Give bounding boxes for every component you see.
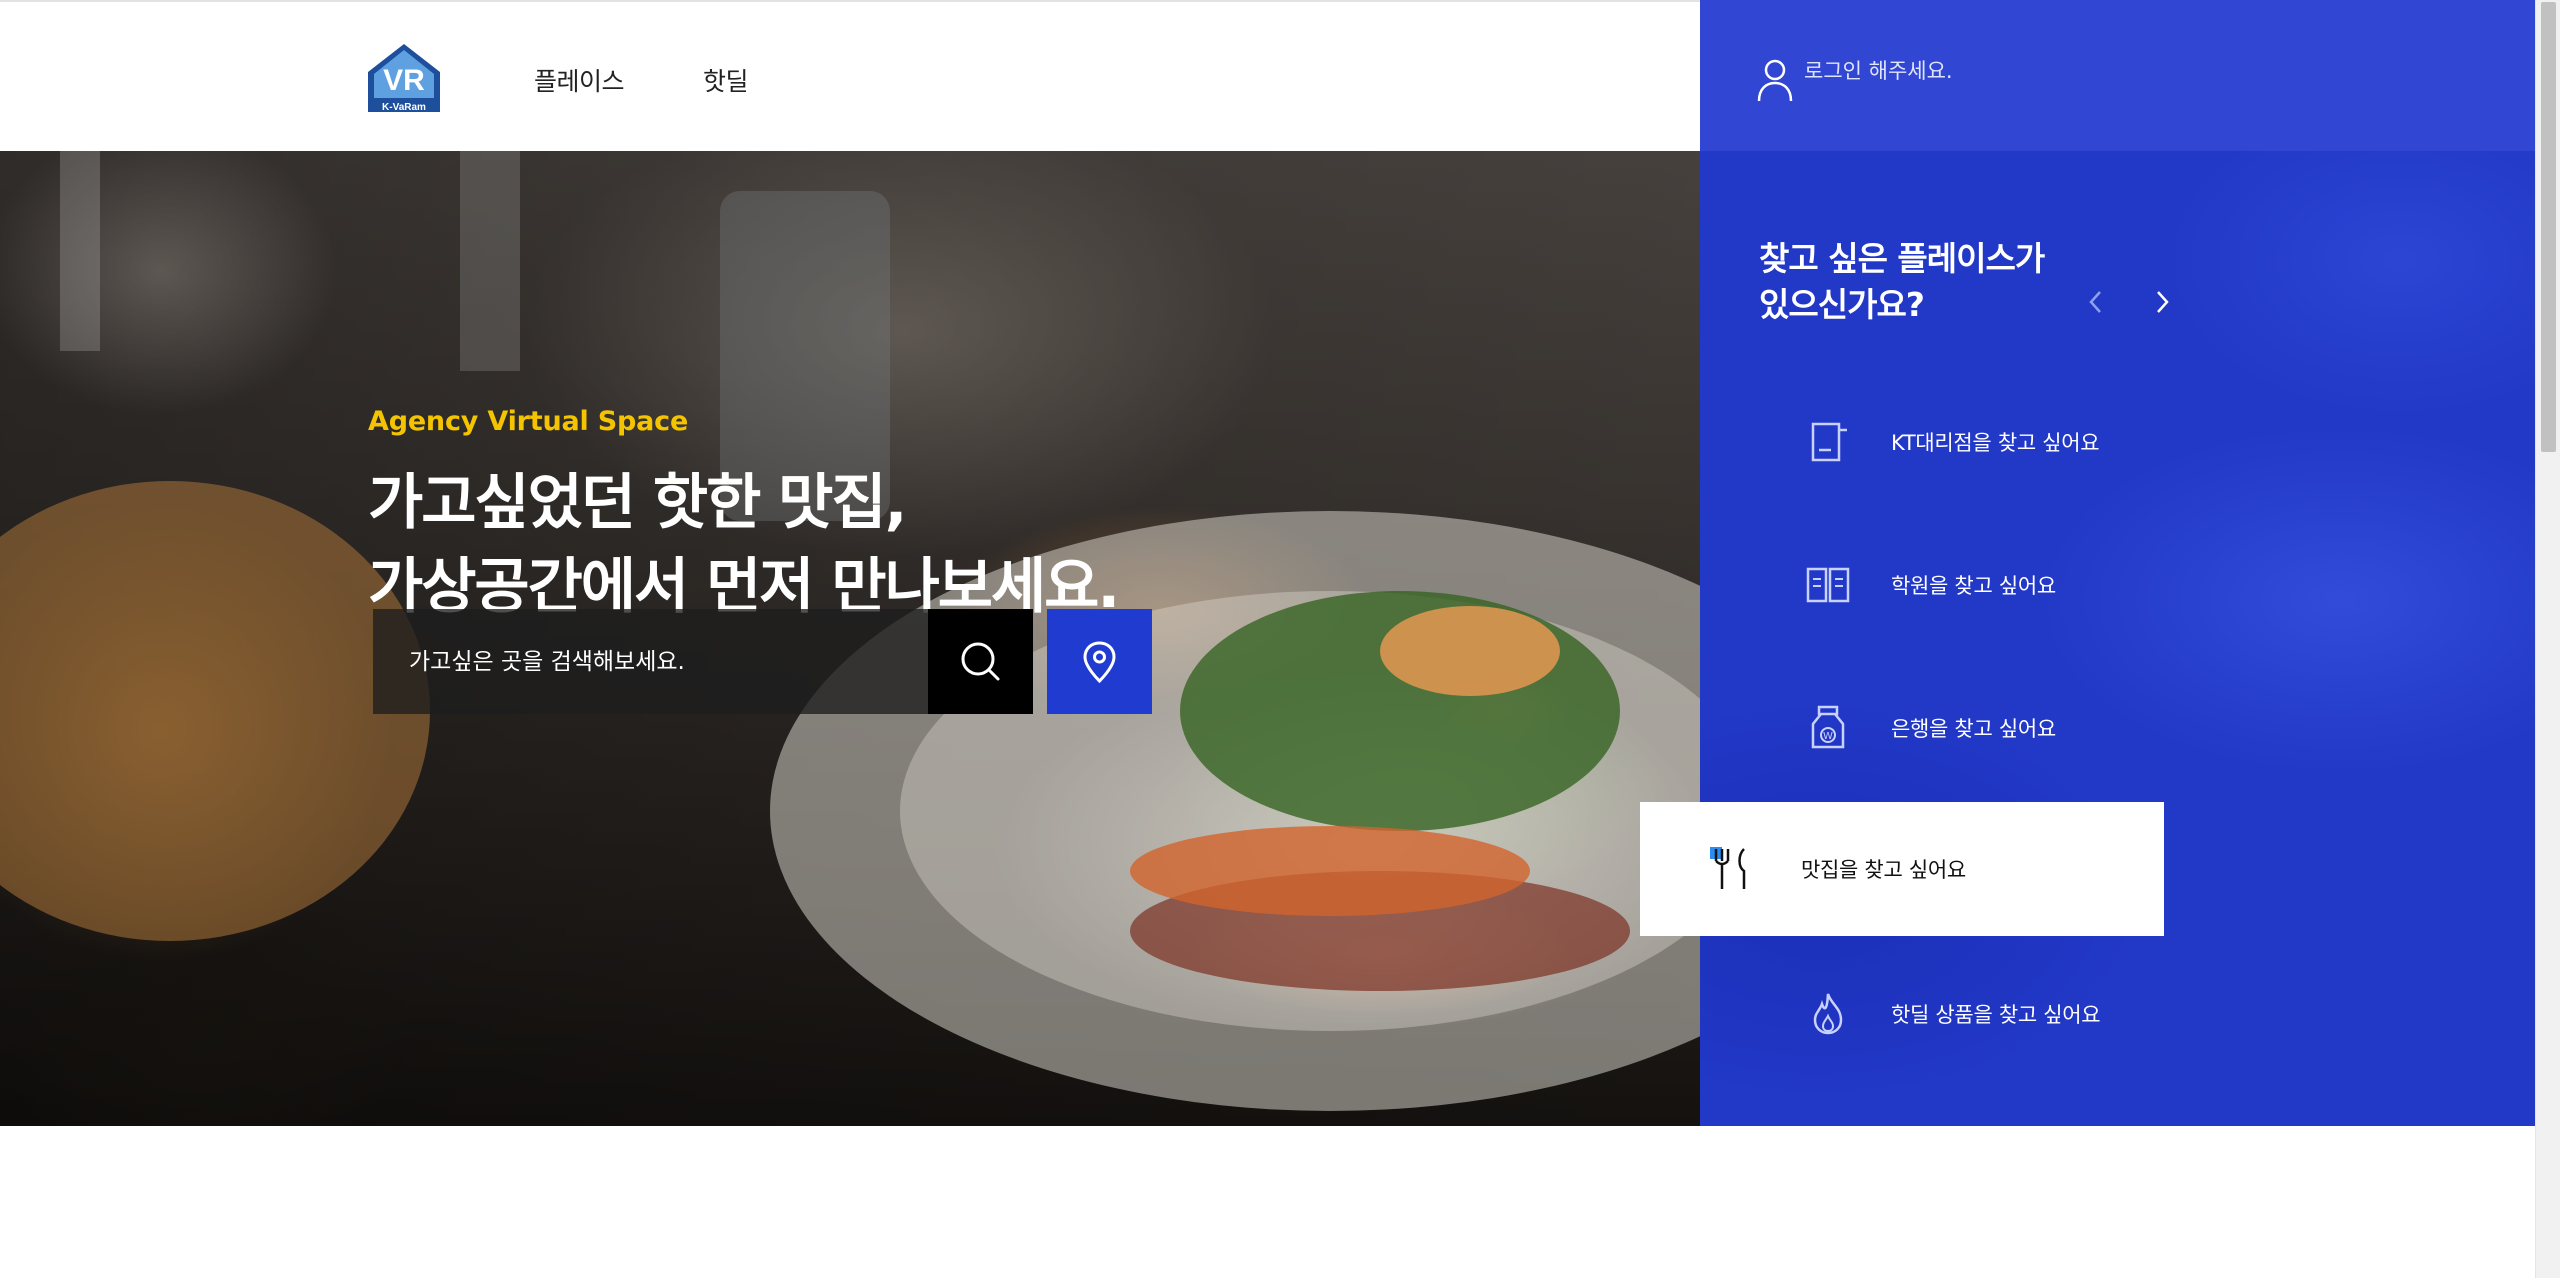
category-label: 학원을 찾고 싶어요 (1891, 574, 2056, 598)
hero-title: 가고싶었던 핫한 맛집, 가상공간에서 먼저 만나보세요. (368, 461, 1120, 629)
book-icon (1806, 567, 1850, 603)
nav-hotdeal[interactable]: 핫딜 (703, 62, 749, 98)
category-label: KT대리점을 찾고 싶어요 (1891, 431, 2100, 455)
category-academy[interactable]: 학원을 찾고 싶어요 (1805, 543, 2365, 623)
panel-heading-line: 있으신가요? (1759, 285, 1925, 324)
svg-text:VR: VR (383, 64, 425, 97)
scrollbar-thumb[interactable] (2541, 2, 2556, 452)
fire-icon (1813, 993, 1843, 1035)
search-input[interactable] (373, 609, 929, 714)
store-icon (1811, 422, 1847, 462)
search-box (373, 609, 929, 714)
hero-title-line: 가고싶었던 핫한 맛집, (368, 468, 907, 538)
fork-knife-icon (1710, 847, 1746, 889)
page-scrollbar[interactable] (2535, 0, 2560, 1278)
svg-text:K-VaRam: K-VaRam (382, 102, 426, 113)
site-header: VR K-VaRam 플레이스 핫딜 (0, 0, 1700, 151)
login-bar[interactable]: 로그인 해주세요. (1700, 0, 2535, 151)
panel-heading-line: 찾고 싶은 플레이스가 (1759, 239, 2045, 278)
site-logo[interactable]: VR K-VaRam (366, 42, 442, 114)
location-pin-icon (1083, 641, 1116, 684)
search-icon (961, 642, 1000, 681)
category-label: 맛집을 찾고 싶어요 (1801, 858, 1966, 882)
category-label: 은행을 찾고 싶어요 (1891, 717, 2056, 741)
search-button[interactable] (928, 609, 1033, 714)
category-restaurant[interactable]: 맛집을 찾고 싶어요 (1640, 802, 2164, 936)
panel-heading: 찾고 싶은 플레이스가 있으신가요? (1759, 236, 2045, 328)
bank-icon: W (1811, 705, 1845, 749)
category-label: 핫딜 상품을 찾고 싶어요 (1891, 1003, 2101, 1027)
hero-subtitle: Agency Virtual Space (368, 406, 689, 437)
category-kt-store[interactable]: KT대리점을 찾고 싶어요 (1805, 400, 2365, 480)
chevron-left-icon[interactable] (2081, 284, 2111, 320)
category-bank[interactable]: W 은행을 찾고 싶어요 (1805, 686, 2365, 766)
place-panel: 로그인 해주세요. 찾고 싶은 플레이스가 있으신가요? KT대리점을 찾고 싶… (1700, 0, 2535, 1126)
user-icon (1757, 59, 1793, 102)
nav-place[interactable]: 플레이스 (534, 62, 625, 98)
logo-icon: VR K-VaRam (368, 44, 440, 113)
svg-text:W: W (1823, 731, 1833, 742)
category-hotdeal[interactable]: 핫딜 상품을 찾고 싶어요 (1805, 972, 2365, 1052)
location-button[interactable] (1047, 609, 1152, 714)
chevron-right-icon[interactable] (2147, 284, 2177, 320)
login-link[interactable]: 로그인 해주세요. (1804, 55, 1953, 85)
